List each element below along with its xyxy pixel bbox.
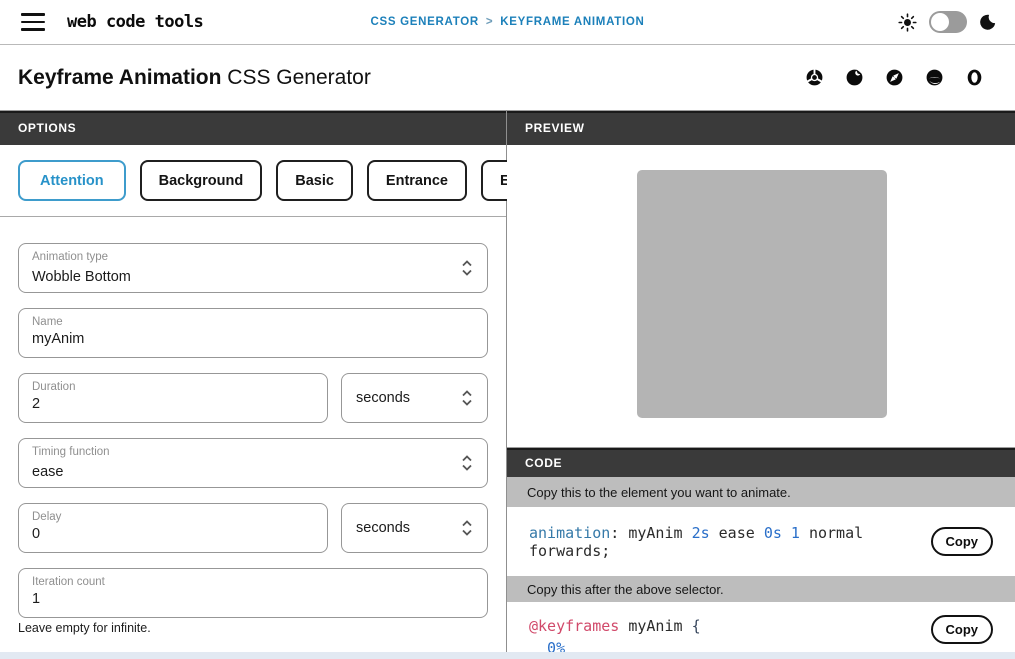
category-tabs: Attention Background Basic Entrance Exit [0,145,506,217]
chrome-icon [805,68,824,87]
theme-toggle-knob [931,13,949,31]
preview-header: PREVIEW [507,110,1015,145]
safari-icon [885,68,904,87]
menu-icon[interactable] [21,13,45,31]
main-content: OPTIONS Attention Background Basic Entra… [0,110,1015,659]
duration-unit-value: seconds [356,390,410,406]
duration-unit-select[interactable]: seconds [341,373,488,423]
delay-field: Delay [18,503,328,553]
animation-code-row: animation: myAnim 2s ease 0s 1 normal fo… [507,507,1015,576]
top-bar: web code tools CSS GENERATOR > KEYFRAME AN… [0,0,1015,45]
breadcrumb-keyframe-animation[interactable]: KEYFRAME ANIMATION [500,16,644,28]
name-label: Name [32,316,63,328]
options-header-label: OPTIONS [18,121,76,135]
delay-unit-value: seconds [356,520,410,536]
animation-type-label: Animation type [32,251,108,263]
firefox-icon [845,68,864,87]
code-instruction-1: Copy this to the element you want to ani… [507,477,1015,507]
sun-icon [898,13,917,32]
page-title: Keyframe Animation CSS Generator [18,66,371,90]
chevron-updown-icon [461,390,473,407]
code-instruction-2: Copy this after the above selector. [507,576,1015,602]
delay-input[interactable] [32,526,297,542]
delay-label: Delay [32,511,61,523]
options-header: OPTIONS [0,110,506,145]
animation-type-select[interactable]: Animation type Wobble Bottom [18,243,488,293]
code-header-label: CODE [525,456,562,470]
duration-label: Duration [32,381,75,393]
breadcrumb-css-generator[interactable]: CSS GENERATOR [371,16,479,28]
bottom-strip [0,652,1015,659]
tab-basic[interactable]: Basic [276,160,353,201]
opera-icon [965,68,984,87]
animation-type-value: Wobble Bottom [32,269,131,285]
chevron-updown-icon [461,455,473,472]
timing-function-value: ease [32,464,63,480]
theme-toggle[interactable] [929,11,967,33]
iteration-hint: Leave empty for infinite. [18,621,488,635]
page-title-main: Keyframe Animation [18,66,221,89]
preview-header-label: PREVIEW [525,121,585,135]
duration-input[interactable] [32,396,297,412]
tab-background[interactable]: Background [140,160,263,201]
chevron-updown-icon [461,260,473,277]
animation-preview-box [637,170,887,418]
browser-support-icons [805,68,997,87]
moon-icon [979,13,997,31]
tab-attention[interactable]: Attention [18,160,126,201]
preview-area [507,145,1015,447]
app-logo[interactable]: web code tools [67,12,203,32]
name-input[interactable] [32,331,457,347]
copy-animation-button[interactable]: Copy [931,527,994,556]
options-panel: OPTIONS Attention Background Basic Entra… [0,110,507,659]
delay-unit-select[interactable]: seconds [341,503,488,553]
edge-icon [925,68,944,87]
timing-function-label: Timing function [32,446,110,458]
chevron-updown-icon [461,520,473,537]
preview-code-panel: PREVIEW CODE Copy this to the element yo… [507,110,1015,659]
iteration-count-input[interactable] [32,591,457,607]
timing-function-select[interactable]: Timing function ease [18,438,488,488]
iteration-count-field: Iteration count [18,568,488,618]
theme-controls [898,11,997,33]
title-bar: Keyframe Animation CSS Generator [0,45,1015,110]
copy-keyframes-button[interactable]: Copy [931,615,994,644]
page-title-subtitle: CSS Generator [221,66,370,89]
tab-entrance[interactable]: Entrance [367,160,467,201]
keyframes-code-block: @keyframes myAnim { 0% Copy [507,602,1015,659]
animation-css-code: animation: myAnim 2s ease 0s 1 normal fo… [529,524,931,560]
iteration-count-label: Iteration count [32,576,105,588]
duration-field: Duration [18,373,328,423]
keyframes-code-line-1: @keyframes myAnim { [529,615,993,637]
options-form: Animation type Wobble Bottom Name Durati… [0,217,506,635]
name-field: Name [18,308,488,358]
breadcrumb-separator-icon: > [486,16,493,28]
code-header: CODE [507,447,1015,477]
